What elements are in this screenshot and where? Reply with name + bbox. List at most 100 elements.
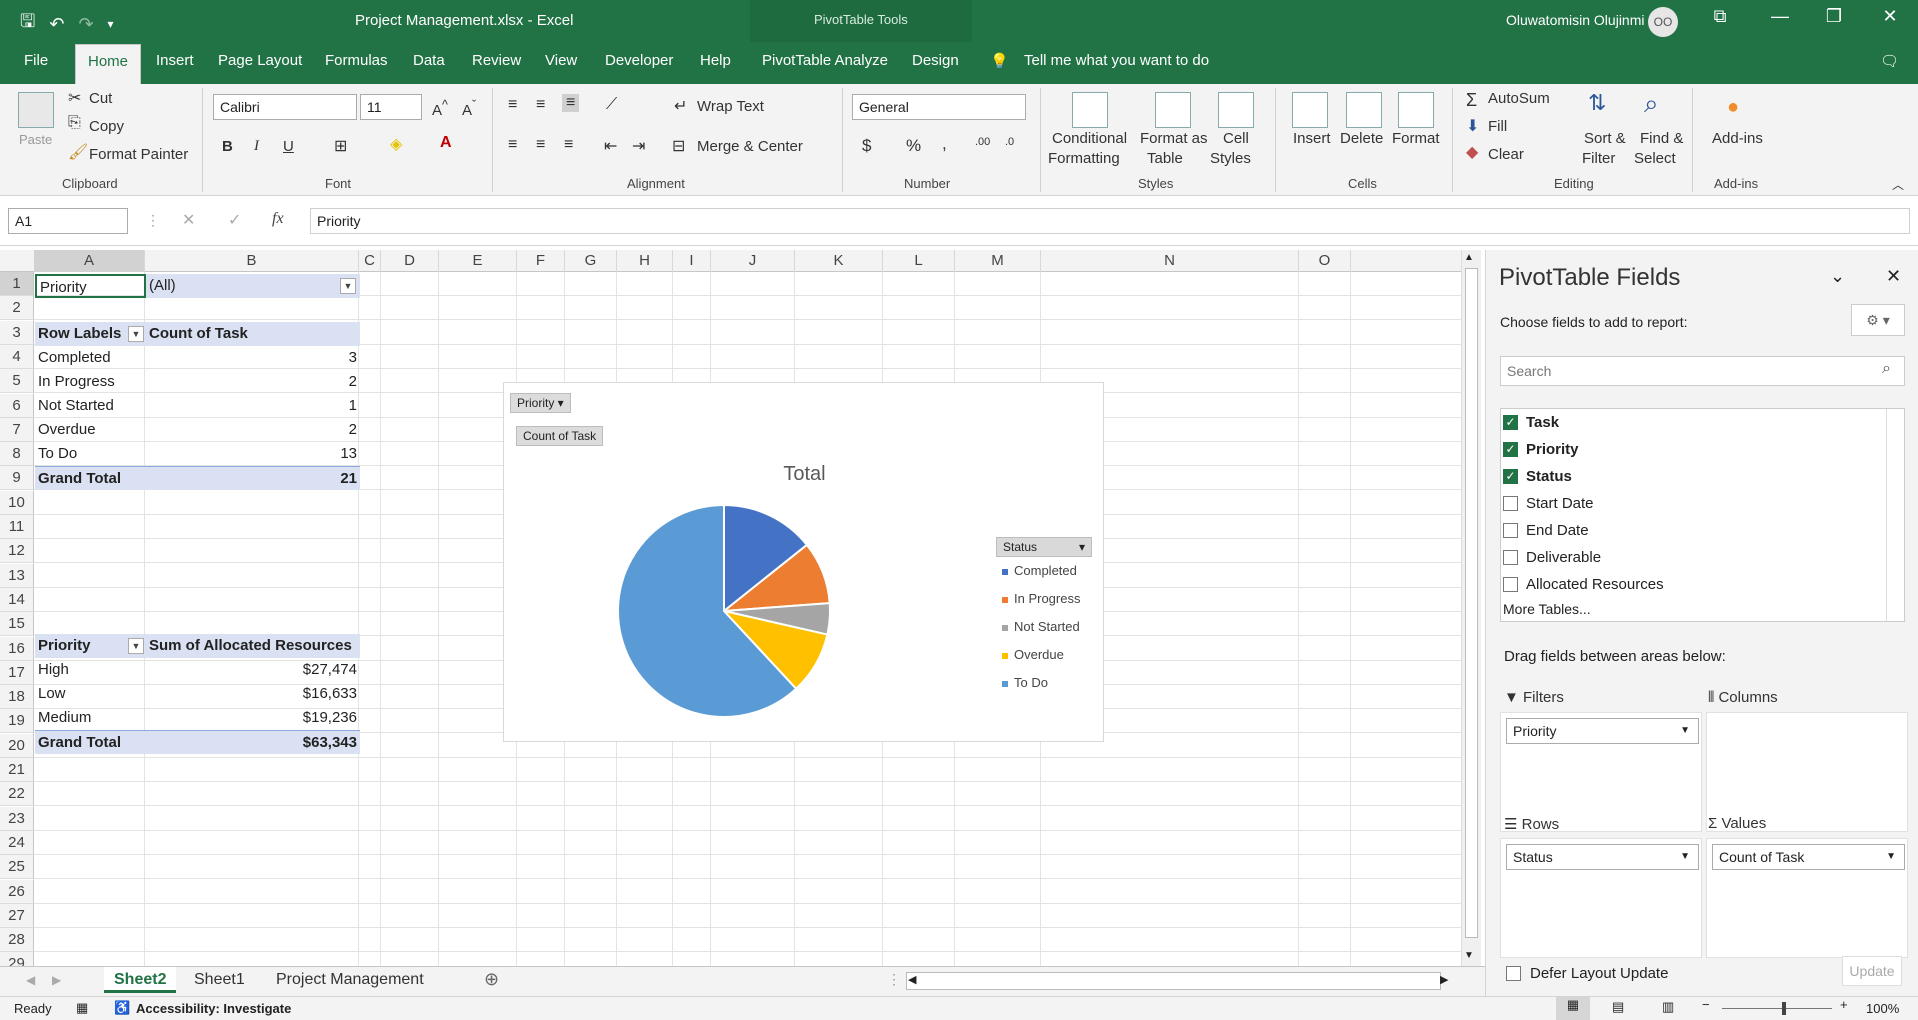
defer-checkbox[interactable] [1506,966,1521,981]
legend-item[interactable]: Overdue [1002,647,1064,662]
field-item[interactable]: Deliverable [1503,546,1601,568]
sheet-tab-sheet1[interactable]: Sheet1 [184,967,255,993]
tab-view[interactable]: View [545,52,577,69]
customize-qat-icon[interactable]: ▾ [108,17,114,31]
merge-center-button[interactable]: Merge & Center [697,138,803,155]
column-header[interactable]: G [565,250,617,272]
field-checkbox[interactable] [1503,495,1518,511]
column-header[interactable]: L [883,250,955,272]
sheet-tab-project-management[interactable]: Project Management [266,967,434,993]
row-header[interactable]: 6 [0,393,34,418]
tab-data[interactable]: Data [413,52,445,69]
align-right-icon[interactable]: ≡ [564,136,573,154]
page-layout-view-icon[interactable]: ▤ [1612,999,1624,1015]
field-checkbox[interactable]: ✓ [1503,414,1518,430]
row-header[interactable]: 29 [0,952,34,966]
font-name-select[interactable]: Calibri [213,94,357,120]
delete-cells-button[interactable]: Delete [1340,130,1383,147]
add-ins-button[interactable]: Add-ins [1712,130,1763,147]
field-item[interactable]: ✓ Priority [1503,438,1579,460]
enter-icon[interactable]: ✓ [228,210,241,230]
italic-button[interactable]: I [254,138,259,155]
row-header[interactable]: 28 [0,928,34,953]
field-checkbox[interactable]: ✓ [1503,441,1518,457]
avatar[interactable]: OO [1648,7,1678,37]
scroll-thumb[interactable] [1465,268,1478,938]
cancel-icon[interactable]: ✕ [182,210,195,230]
format-painter-button[interactable]: Format Painter [89,146,188,163]
increase-decimal-icon[interactable]: .00 [975,136,990,148]
tab-file[interactable]: File [24,52,48,69]
row-header[interactable]: 22 [0,782,34,807]
legend-item[interactable]: Not Started [1002,619,1080,634]
row-header[interactable]: 9 [0,466,34,491]
pivot-row-value[interactable]: $16,633 [146,682,360,706]
pivot-row-label[interactable]: Completed [35,346,146,370]
formula-input[interactable]: Priority [310,208,1910,234]
row-header[interactable]: 16 [0,636,34,661]
priority-dropdown-icon[interactable]: ▼ [128,638,144,654]
insert-function-button[interactable]: fx [272,210,284,228]
tab-insert[interactable]: Insert [156,52,194,69]
align-bottom-icon[interactable]: ≡ [562,94,580,112]
normal-view-icon[interactable]: ▦ [1556,997,1590,1020]
row-header[interactable]: 10 [0,490,34,515]
sort-filter-button[interactable]: Sort & [1584,130,1626,147]
minimize-icon[interactable]: — [1760,6,1800,27]
tab-home[interactable]: Home [75,44,142,84]
zoom-slider[interactable] [1722,1008,1832,1009]
paste-button[interactable]: Paste [19,132,52,147]
tab-review[interactable]: Review [472,52,521,69]
pivot-row-value[interactable]: $27,474 [146,658,360,682]
cell-styles-button[interactable]: Cell [1223,130,1249,147]
field-item[interactable]: End Date [1503,519,1589,541]
pane-close-icon[interactable]: ✕ [1886,266,1901,287]
tab-help[interactable]: Help [700,52,731,69]
pane-options-icon[interactable]: ⌄ [1830,266,1845,287]
find-select-button[interactable]: Find & [1640,130,1683,147]
pivot-row-label[interactable]: Not Started [35,394,146,418]
cell-a1-filter-label[interactable]: Priority [35,274,146,298]
row-header[interactable]: 8 [0,442,34,467]
user-name[interactable]: Oluwatomisin Olujinmi [1506,12,1644,28]
macro-icon[interactable]: ▦ [76,1000,88,1016]
row-header[interactable]: 13 [0,563,34,588]
scroll-right-icon[interactable]: ▶ [1440,973,1448,986]
rows-area[interactable]: Status ▼ [1500,838,1702,958]
ribbon-display-icon[interactable]: ⧉ [1700,6,1740,27]
next-sheet-icon[interactable]: ▶ [52,973,61,987]
column-header[interactable]: M [955,250,1041,272]
legend-item[interactable]: To Do [1002,675,1048,690]
name-box[interactable]: A1 [8,208,128,234]
row-header[interactable]: 27 [0,903,34,928]
sheet-tab-active[interactable]: Sheet2 [104,967,177,993]
legend-item[interactable]: Completed [1002,563,1077,578]
update-button[interactable]: Update [1842,956,1902,986]
column-header[interactable]: A [34,250,145,272]
tab-developer[interactable]: Developer [605,52,673,69]
pivot-chart[interactable]: Priority ▾ Count of Task Total Status ▾ C… [503,382,1104,742]
pivot-row-label[interactable]: To Do [35,442,146,466]
pivot-row-value[interactable]: 3 [146,346,360,370]
scroll-up-icon[interactable]: ▲ [1464,252,1474,263]
prev-sheet-icon[interactable]: ◀ [26,973,35,987]
more-tables-link[interactable]: More Tables... [1503,601,1591,617]
scroll-down-icon[interactable]: ▼ [1464,950,1474,961]
gear-icon[interactable]: ⚙ ▾ [1851,304,1905,336]
new-sheet-icon[interactable]: ⊕ [484,969,499,990]
accessibility-status[interactable]: Accessibility: Investigate [136,1001,291,1016]
decrease-font-icon[interactable]: Aˇ [462,98,476,119]
row-header[interactable]: 11 [0,515,34,539]
tab-formulas[interactable]: Formulas [325,52,388,69]
values-chip[interactable]: Count of Task ▼ [1712,844,1905,870]
zoom-level[interactable]: 100% [1866,1001,1899,1016]
pivot-row-label[interactable]: High [35,658,146,682]
zoom-in-icon[interactable]: + [1840,997,1848,1012]
field-checkbox[interactable] [1503,549,1518,565]
row-header[interactable]: 2 [0,296,34,321]
column-header[interactable]: I [673,250,711,272]
format-cells-button[interactable]: Format [1392,130,1440,147]
fill-button[interactable]: Fill [1488,118,1507,135]
field-checkbox[interactable] [1503,576,1518,592]
orientation-icon[interactable]: ⟋ [606,96,617,114]
